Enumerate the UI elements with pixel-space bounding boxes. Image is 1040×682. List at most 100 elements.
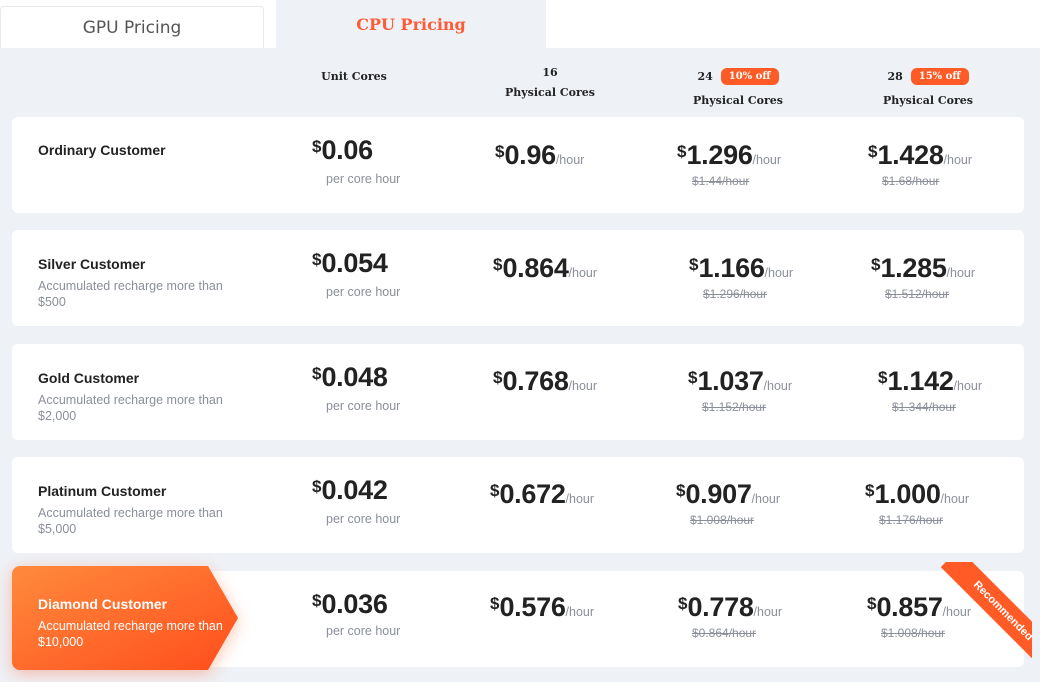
column-header-unit-cores: Unit Cores	[304, 70, 404, 83]
price-unit: $0.036	[312, 589, 388, 620]
tab-cpu-label: CPU Pricing	[356, 15, 466, 34]
price-amount: 0.048	[321, 362, 388, 392]
tier-info: Silver Customer Accumulated recharge mor…	[38, 256, 238, 310]
original-price-24-cores: $1.008/hour	[690, 513, 755, 527]
price-amount: 0.864	[502, 253, 569, 283]
diamond-highlight-tag: Diamond Customer Accumulated recharge mo…	[12, 566, 240, 670]
tab-gpu-pricing[interactable]: GPU Pricing	[0, 6, 264, 48]
thumbs-up-icon	[1002, 573, 1019, 591]
price-24-cores: $0.907/hour	[676, 479, 780, 510]
column-header-16-cores: 16 Physical Cores	[490, 66, 610, 99]
per-hour-label: /hour	[751, 492, 781, 506]
column-label: Physical Cores	[883, 94, 973, 107]
price-amount: 0.907	[685, 479, 752, 509]
original-price-28-cores: $1.512/hour	[885, 287, 950, 301]
per-core-hour-label: per core hour	[326, 285, 401, 299]
tier-description: Accumulated recharge more than $2,000	[38, 393, 223, 423]
tier-row-gold: Gold Customer Accumulated recharge more …	[12, 344, 1024, 440]
price-amount: 1.000	[874, 479, 941, 509]
tier-info: Platinum Customer Accumulated recharge m…	[38, 483, 238, 537]
original-price-28-cores: $1.344/hour	[892, 400, 957, 414]
tier-name: Gold Customer	[38, 370, 140, 386]
currency-symbol: $	[312, 477, 322, 496]
price-amount: 0.036	[321, 589, 388, 619]
price-amount: 1.037	[697, 366, 764, 396]
currency-symbol: $	[677, 142, 687, 161]
original-price-28-cores: $1.68/hour	[882, 174, 940, 188]
tab-cpu-pricing[interactable]: CPU Pricing	[276, 0, 546, 48]
tier-info: Diamond Customer Accumulated recharge mo…	[38, 596, 238, 650]
price-unit: $0.042	[312, 475, 388, 506]
per-hour-label: /hour	[943, 153, 973, 167]
tier-description: Accumulated recharge more than $5,000	[38, 506, 223, 536]
per-hour-label: /hour	[753, 605, 783, 619]
per-core-hour-label: per core hour	[326, 172, 401, 186]
tier-row-ordinary: Ordinary Customer $0.06 per core hour $0…	[12, 117, 1024, 213]
price-amount: 1.142	[887, 366, 954, 396]
discount-badge: 15% off	[910, 68, 969, 85]
price-amount: 0.778	[687, 592, 754, 622]
original-price-24-cores: $0.864/hour	[692, 626, 757, 640]
price-24-cores: $1.037/hour	[688, 366, 792, 397]
price-amount: 0.768	[502, 366, 569, 396]
price-amount: 1.166	[698, 253, 765, 283]
price-28-cores: $1.285/hour	[871, 253, 975, 284]
price-28-cores: $1.142/hour	[878, 366, 982, 397]
tier-row-platinum: Platinum Customer Accumulated recharge m…	[12, 457, 1024, 553]
per-core-hour-label: per core hour	[326, 624, 401, 638]
price-amount: 0.042	[321, 475, 388, 505]
price-amount: 1.285	[880, 253, 947, 283]
price-16-cores: $0.864/hour	[493, 253, 597, 284]
tier-name: Diamond Customer	[38, 596, 168, 612]
price-amount: 0.96	[504, 140, 556, 170]
column-count: 16	[542, 66, 558, 79]
original-price-28-cores: $1.176/hour	[879, 513, 944, 527]
price-16-cores: $0.672/hour	[490, 479, 594, 510]
per-hour-label: /hour	[568, 379, 598, 393]
per-hour-label: /hour	[555, 153, 585, 167]
currency-symbol: $	[676, 481, 686, 500]
price-amount: 1.296	[686, 140, 753, 170]
price-24-cores: $0.778/hour	[678, 592, 782, 623]
per-hour-label: /hour	[940, 492, 970, 506]
price-16-cores: $0.576/hour	[490, 592, 594, 623]
original-price-24-cores: $1.44/hour	[692, 174, 750, 188]
currency-symbol: $	[490, 481, 500, 500]
currency-symbol: $	[312, 250, 322, 269]
column-label: Unit Cores	[321, 70, 387, 83]
price-amount: 0.857	[876, 592, 943, 622]
per-core-hour-label: per core hour	[326, 512, 401, 526]
per-hour-label: /hour	[565, 492, 595, 506]
price-unit: $0.048	[312, 362, 388, 393]
currency-symbol: $	[878, 368, 888, 387]
tier-name: Ordinary Customer	[38, 142, 166, 158]
tier-name: Silver Customer	[38, 256, 146, 272]
per-hour-label: /hour	[752, 153, 782, 167]
per-hour-label: /hour	[568, 266, 598, 280]
original-price-24-cores: $1.152/hour	[702, 400, 767, 414]
per-hour-label: /hour	[764, 266, 794, 280]
discount-badge: 10% off	[720, 68, 779, 85]
price-24-cores: $1.296/hour	[677, 140, 781, 171]
per-core-hour-label: per core hour	[326, 399, 401, 413]
currency-symbol: $	[867, 594, 877, 613]
per-hour-label: /hour	[946, 266, 976, 280]
currency-symbol: $	[495, 142, 505, 161]
recommended-ribbon: Recommended	[936, 562, 1032, 658]
price-amount: 0.06	[321, 135, 373, 165]
price-28-cores: $1.000/hour	[865, 479, 969, 510]
per-hour-label: /hour	[565, 605, 595, 619]
currency-symbol: $	[312, 591, 322, 610]
column-count: 24	[697, 69, 713, 83]
column-count: 28	[887, 69, 903, 83]
tier-description: Accumulated recharge more than $500	[38, 279, 223, 309]
price-24-cores: $1.166/hour	[689, 253, 793, 284]
tier-description: Accumulated recharge more than $10,000	[38, 619, 223, 649]
currency-symbol: $	[689, 255, 699, 274]
tab-gpu-label: GPU Pricing	[82, 17, 182, 38]
per-hour-label: /hour	[763, 379, 793, 393]
price-16-cores: $0.768/hour	[493, 366, 597, 397]
currency-symbol: $	[493, 368, 503, 387]
per-hour-label: /hour	[953, 379, 983, 393]
column-label: Physical Cores	[693, 94, 783, 107]
